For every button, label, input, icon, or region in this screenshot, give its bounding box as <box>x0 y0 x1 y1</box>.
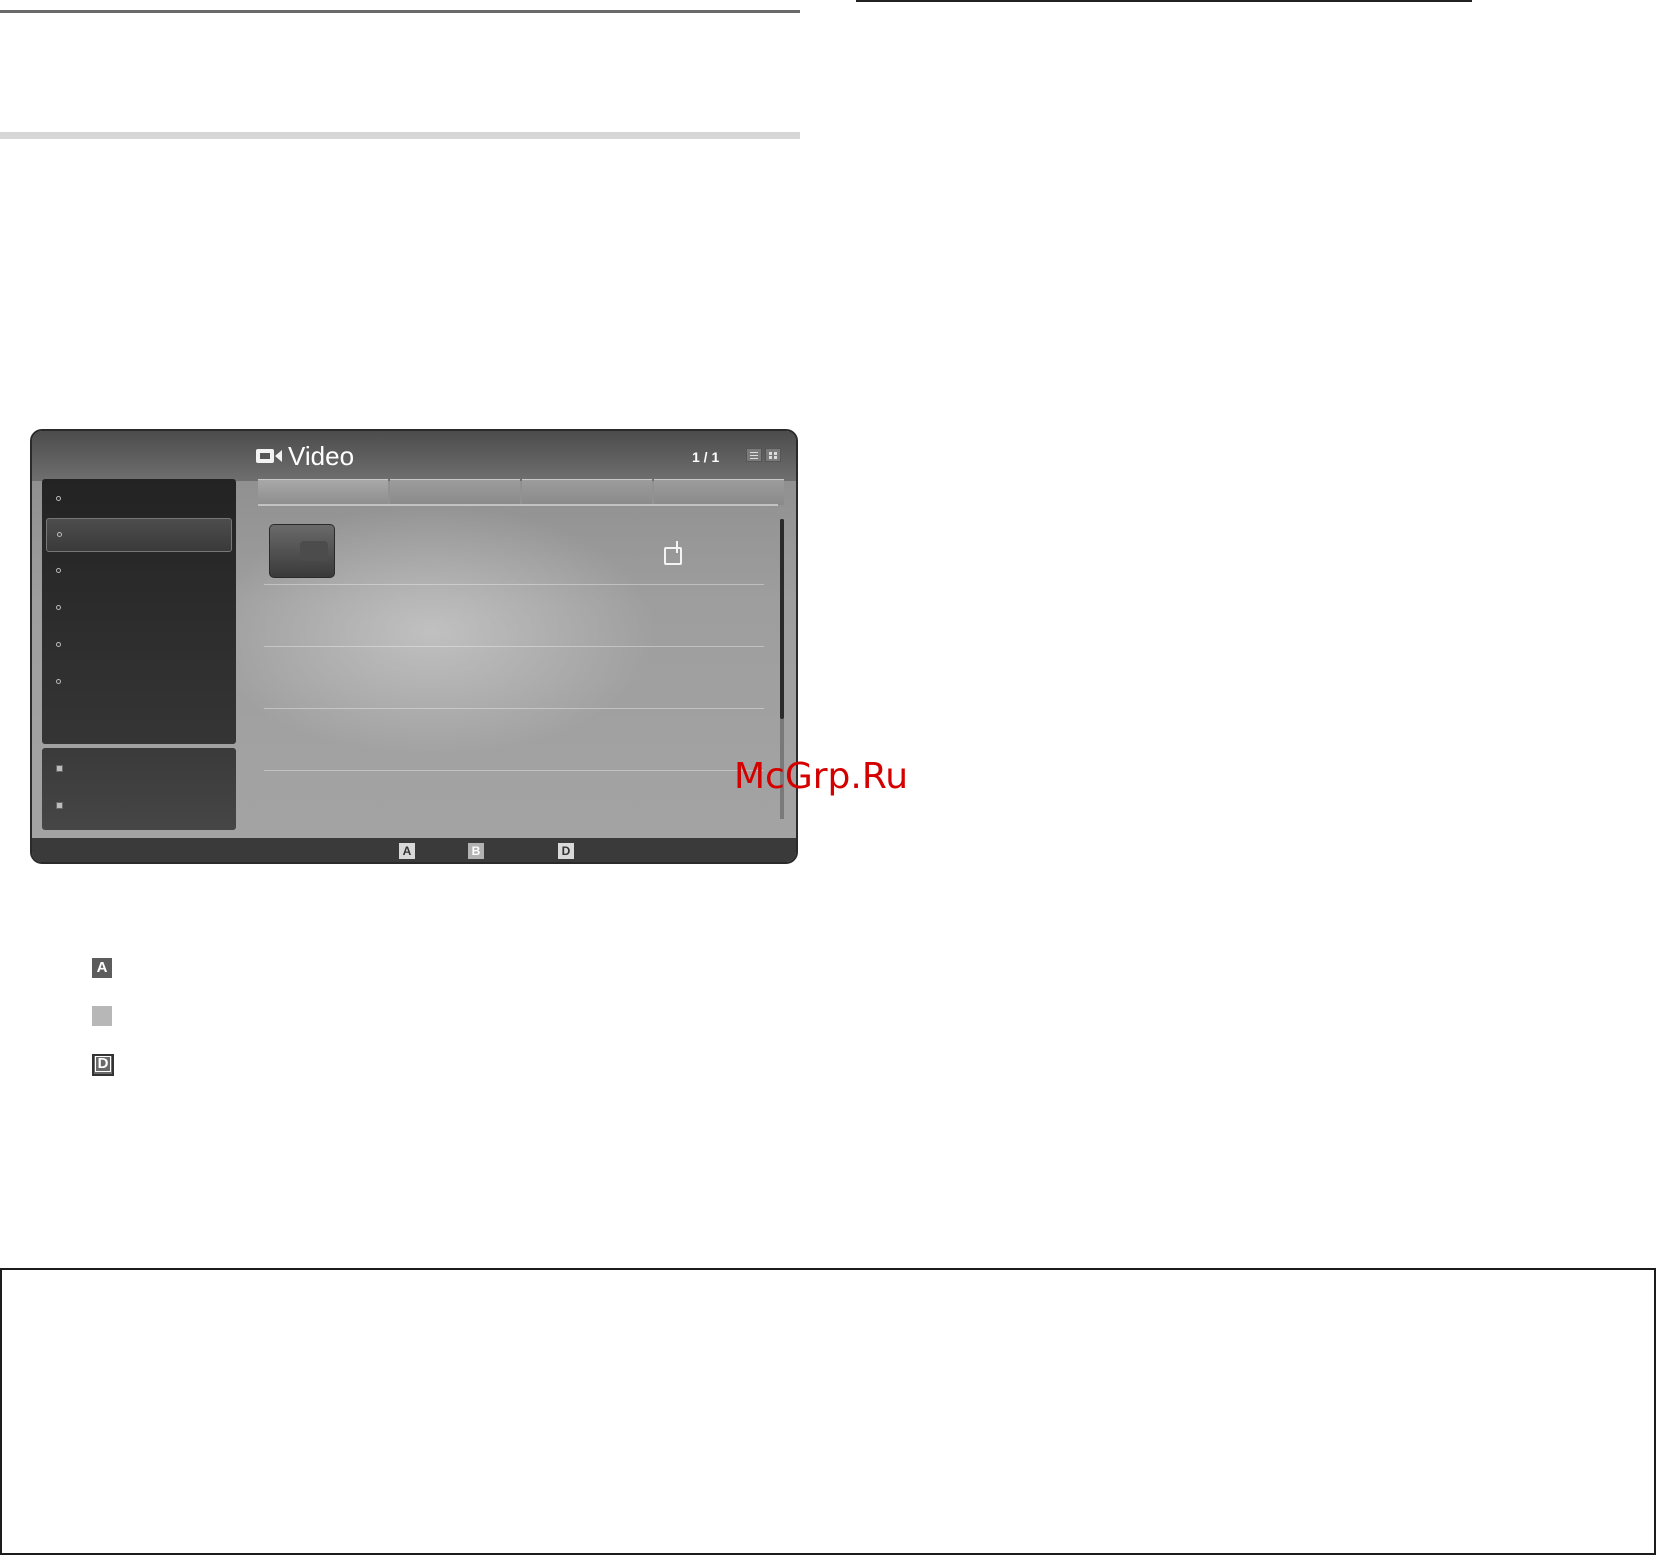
menu-item-3[interactable] <box>46 555 232 589</box>
screen-header-band <box>32 431 796 481</box>
page-counter: 1 / 1 <box>692 449 720 465</box>
tab-1[interactable] <box>258 479 388 505</box>
watermark: McGrp.Ru <box>734 756 909 797</box>
bullet-icon <box>56 605 61 610</box>
legend-key-d: D <box>92 1054 114 1076</box>
row-divider <box>264 646 764 647</box>
screen-title-row: Video <box>256 441 354 471</box>
tab-4[interactable] <box>654 479 784 505</box>
row-divider <box>264 770 764 771</box>
key-d-button[interactable]: D <box>558 843 574 859</box>
key-a-button[interactable]: A <box>399 843 415 859</box>
legend-key-b <box>92 1006 112 1026</box>
grid-view-icon[interactable] <box>765 448 781 462</box>
info-key-icon <box>56 765 63 772</box>
info-key-icon <box>56 802 63 809</box>
screen-footer: A B D <box>32 838 796 862</box>
bullet-icon <box>56 679 61 684</box>
menu-item-4[interactable] <box>46 592 232 626</box>
category-menu <box>42 479 236 744</box>
bullet-icon <box>56 496 61 501</box>
row-divider <box>264 708 764 709</box>
top-right-rule <box>856 0 1472 2</box>
edit-icon[interactable] <box>664 541 682 565</box>
tab-3[interactable] <box>522 479 652 505</box>
list-view-icon[interactable] <box>746 448 762 462</box>
legend-key-a: A <box>92 958 112 978</box>
menu-item-5[interactable] <box>46 629 232 663</box>
bullet-icon <box>56 568 61 573</box>
video-screen: Video 1 / 1 A B D <box>30 429 798 864</box>
scrollbar-thumb[interactable] <box>780 519 784 719</box>
menu-item-6[interactable] <box>46 666 232 700</box>
bullet-icon <box>56 642 61 647</box>
tab-2[interactable] <box>390 479 520 505</box>
video-camera-icon <box>256 447 282 465</box>
tabs-underline <box>258 504 778 506</box>
screen-title: Video <box>288 440 355 471</box>
key-b-button[interactable]: B <box>468 843 484 859</box>
menu-item-2[interactable] <box>46 518 232 552</box>
row-divider <box>264 584 764 585</box>
legend-key-d-label: D <box>94 1056 112 1072</box>
video-thumbnail[interactable] <box>269 524 335 578</box>
info-panel <box>42 748 236 830</box>
note-box <box>0 1268 1656 1555</box>
bullet-icon <box>57 532 62 537</box>
menu-item-1[interactable] <box>46 483 232 517</box>
section-divider <box>0 132 800 139</box>
top-left-rule <box>0 10 800 13</box>
